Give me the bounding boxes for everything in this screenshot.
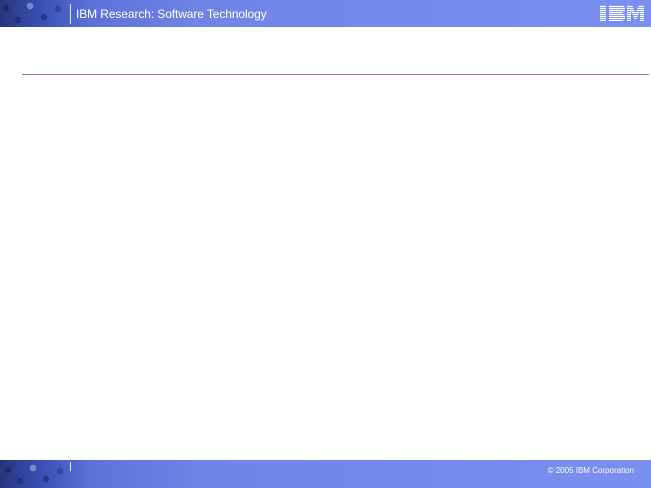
footer-band: © 2005 IBM Corporation [0,460,651,488]
ibm-logo [600,5,644,21]
header-title: IBM Research: Software Technology [76,7,267,21]
header-band: IBM Research: Software Technology [0,0,651,27]
slide: IBM Research: Software Technology © 2005… [0,0,651,488]
copyright-text: © 2005 IBM Corporation [547,466,634,475]
title-rule [22,74,649,75]
footer-divider [70,462,71,471]
header-divider [70,4,71,24]
